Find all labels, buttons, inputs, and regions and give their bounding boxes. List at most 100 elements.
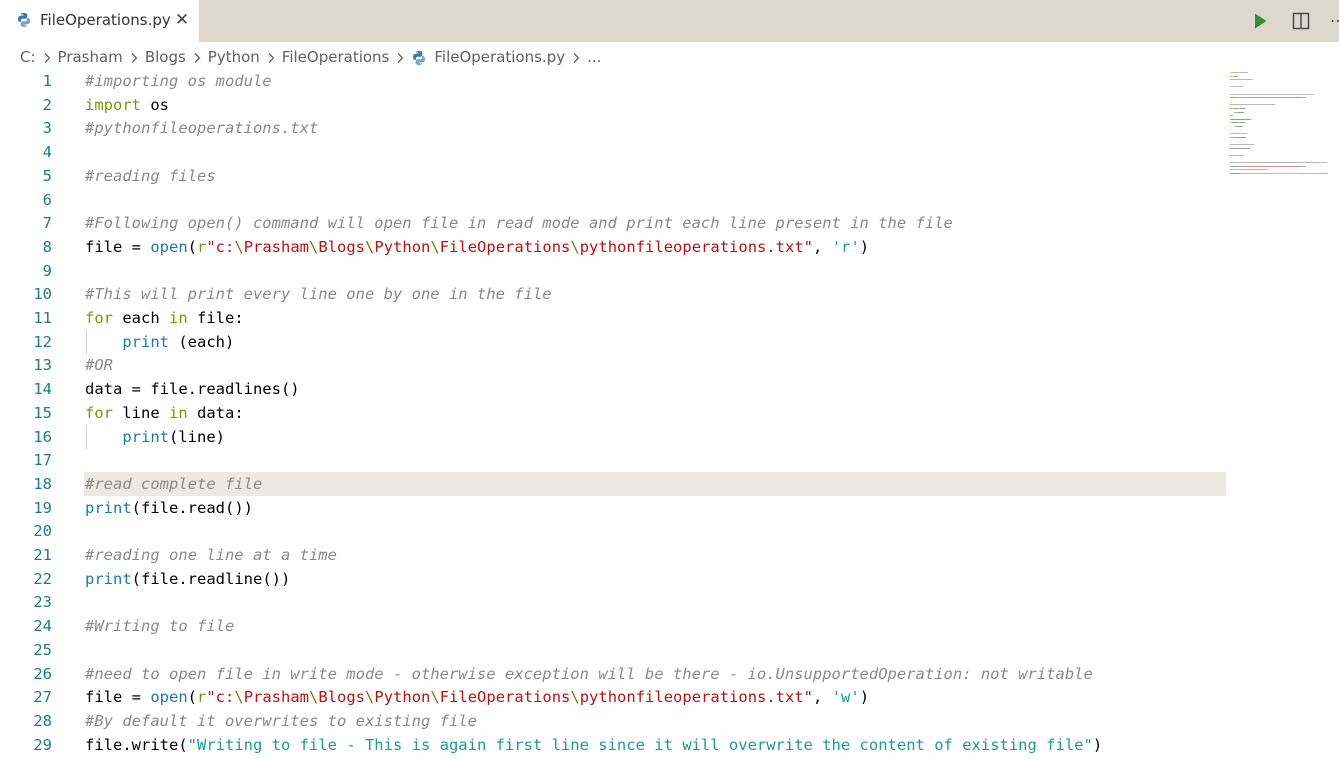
- code-token: Prasham: [243, 688, 310, 707]
- code-line[interactable]: 17: [0, 448, 1230, 472]
- code-line[interactable]: 21 #reading one line at a time: [0, 543, 1230, 567]
- code-token: r: [197, 237, 207, 256]
- chevron-right-icon: [389, 48, 411, 66]
- code-line[interactable]: 10 #This will print every line one by one…: [0, 282, 1230, 306]
- code-line[interactable]: 11 for each in file:: [0, 306, 1230, 330]
- code-line[interactable]: 23: [0, 590, 1230, 614]
- code-token: for: [85, 403, 113, 422]
- code-text: data = file.readlines(): [85, 378, 300, 400]
- code-line[interactable]: 2 import os: [0, 93, 1230, 117]
- minimap[interactable]: [1226, 69, 1336, 189]
- breadcrumb-item-prasham[interactable]: Prasham: [58, 48, 123, 66]
- code-text: print(file.read()): [85, 497, 253, 519]
- breadcrumb-item-drive[interactable]: C:: [20, 48, 36, 66]
- code-token: open: [150, 237, 188, 256]
- code-token: file:: [187, 309, 244, 327]
- code-token: \: [365, 237, 375, 256]
- minimap-line: [1230, 79, 1253, 81]
- code-line[interactable]: 28 #By default it overwrites to existing …: [0, 709, 1230, 733]
- code-token: #This will print every line one by one i…: [85, 285, 552, 304]
- code-line[interactable]: 19 print(file.read()): [0, 496, 1230, 520]
- code-line[interactable]: 20: [0, 519, 1230, 543]
- code-text: #need to open file in write mode - other…: [85, 663, 1093, 685]
- code-token: (: [187, 237, 197, 256]
- code-editor[interactable]: 1 #importing os module 2 import os 3 #pythonf…: [0, 69, 1339, 759]
- code-line[interactable]: 27 file = open(r"c:\Prasham\Blogs\Python\…: [0, 685, 1230, 709]
- minimap-line: [1230, 169, 1268, 171]
- code-line[interactable]: 12 print (each): [0, 329, 1230, 354]
- code-line[interactable]: 5 #reading files: [0, 164, 1230, 188]
- python-file-icon: [413, 50, 426, 65]
- minimap-line: [1235, 75, 1239, 77]
- breadcrumb: C: Prasham Blogs Python FileOperations F…: [20, 45, 1220, 69]
- code-text: #This will print every line one by one i…: [85, 283, 552, 305]
- breadcrumb-item-python[interactable]: Python: [208, 48, 260, 66]
- minimap-line: [1239, 108, 1246, 109]
- code-line[interactable]: 13 #OR: [0, 353, 1230, 377]
- minimap-line: [1230, 162, 1328, 163]
- line-number: 27: [33, 688, 52, 707]
- code-token: #importing os module: [85, 72, 272, 90]
- code-token: #reading one line at a time: [85, 546, 337, 564]
- more-actions-icon[interactable]: ⋯: [1330, 9, 1339, 33]
- code-token: "c:: [206, 237, 235, 256]
- code-text: print(file.readline()): [85, 568, 290, 590]
- code-token: os: [141, 95, 169, 114]
- code-token: "c:: [206, 688, 235, 707]
- line-number: 17: [33, 451, 52, 470]
- code-line[interactable]: 4: [0, 140, 1230, 164]
- code-line[interactable]: 6: [0, 188, 1230, 212]
- code-text: print(line): [85, 426, 225, 448]
- code-line[interactable]: 7 #Following open() command will open fil…: [0, 211, 1230, 235]
- close-tab-icon[interactable]: ✕: [173, 9, 191, 31]
- code-line[interactable]: 1 #importing os module: [0, 69, 1230, 93]
- run-play-icon[interactable]: [1250, 11, 1270, 31]
- chevron-right-icon: [260, 48, 282, 66]
- minimap-line: [1238, 111, 1245, 113]
- breadcrumb-item-file[interactable]: FileOperations.py: [411, 48, 565, 66]
- tab-fileoperations-py[interactable]: FileOperations.py ✕: [0, 0, 199, 42]
- code-line[interactable]: 18 #read complete file: [0, 471, 1230, 496]
- line-number: 24: [33, 617, 52, 636]
- code-token: \: [234, 688, 244, 707]
- code-line[interactable]: 29 file.write("Writing to file - This is …: [0, 733, 1230, 757]
- minimap-line: [1239, 172, 1328, 174]
- code-line[interactable]: 26 #need to open file in write mode - oth…: [0, 662, 1230, 686]
- code-line[interactable]: 9: [0, 259, 1230, 283]
- breadcrumb-item-fileoperations-folder[interactable]: FileOperations: [282, 48, 390, 66]
- code-line[interactable]: 14 data = file.readlines(): [0, 377, 1230, 401]
- code-line[interactable]: 3 #pythonfileoperations.txt: [0, 116, 1230, 140]
- code-token: #read complete file: [85, 474, 263, 493]
- minimap-line: [1238, 126, 1244, 127]
- breadcrumb-item-symbols[interactable]: ...: [587, 48, 601, 66]
- code-line[interactable]: 16 print(line): [0, 424, 1230, 449]
- code-line[interactable]: 15 for line in data:: [0, 401, 1230, 425]
- code-token: import: [85, 95, 141, 114]
- split-editor-icon[interactable]: [1292, 11, 1310, 31]
- minimap-line: [1264, 165, 1277, 167]
- code-text: #reading files: [85, 165, 216, 187]
- code-text: file.write("Writing to file - This is ag…: [85, 734, 1102, 756]
- code-token: pythonfileoperations.txt": [579, 237, 814, 256]
- code-line[interactable]: 25: [0, 638, 1230, 662]
- code-token: \: [430, 237, 440, 256]
- tab-label: FileOperations.py: [40, 11, 171, 29]
- minimap-line: [1230, 93, 1314, 95]
- code-line[interactable]: 22 print(file.readline()): [0, 567, 1230, 591]
- chevron-right-icon: [123, 48, 145, 66]
- code-text: file = open(r"c:\Prasham\Blogs\Python\Fi…: [85, 686, 869, 708]
- code-text: #importing os module: [85, 70, 272, 92]
- line-number: 1: [42, 72, 52, 90]
- line-number: 12: [33, 332, 52, 351]
- code-text: #By default it overwrites to existing fi…: [85, 710, 477, 732]
- line-number: 4: [42, 143, 52, 162]
- line-number: 18: [33, 474, 52, 493]
- code-token: 'w': [831, 688, 860, 707]
- breadcrumb-item-blogs[interactable]: Blogs: [145, 48, 186, 66]
- code-token: \: [309, 688, 319, 707]
- line-number: 28: [33, 711, 52, 730]
- code-token: each: [113, 309, 169, 327]
- code-token: #OR: [85, 356, 113, 375]
- code-line[interactable]: 8 file = open(r"c:\Prasham\Blogs\Python\F…: [0, 235, 1230, 259]
- code-line[interactable]: 24 #Writing to file: [0, 614, 1230, 638]
